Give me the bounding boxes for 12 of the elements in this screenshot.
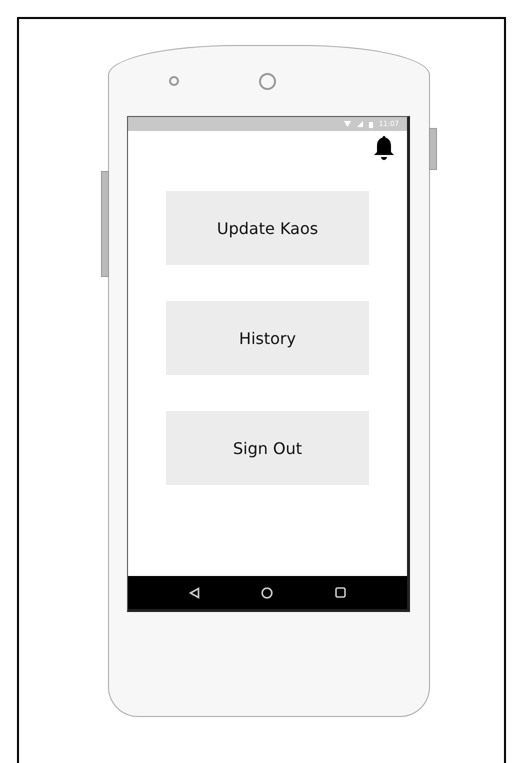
bell-icon[interactable] bbox=[373, 135, 395, 161]
back-icon[interactable] bbox=[188, 586, 200, 598]
signal-icon bbox=[356, 121, 363, 127]
camera-icon bbox=[259, 72, 276, 90]
recents-icon[interactable] bbox=[335, 587, 346, 598]
menu-button[interactable]: History bbox=[166, 301, 369, 375]
home-icon[interactable] bbox=[261, 586, 274, 598]
wifi-icon bbox=[344, 121, 351, 127]
battery-icon bbox=[368, 120, 373, 128]
sensor-icon bbox=[169, 76, 179, 86]
menu-button[interactable]: Sign Out bbox=[166, 411, 369, 485]
menu-button[interactable]: Update Kaos bbox=[166, 191, 369, 265]
